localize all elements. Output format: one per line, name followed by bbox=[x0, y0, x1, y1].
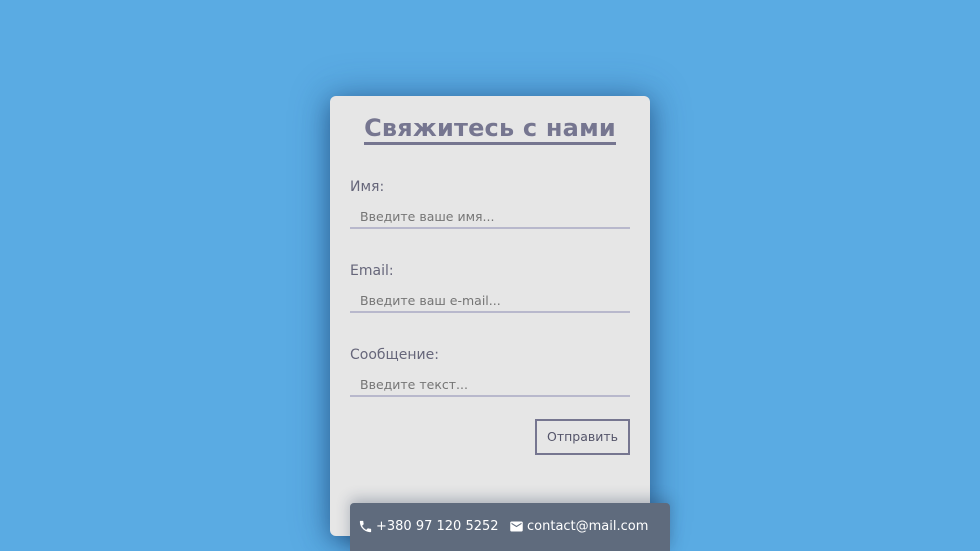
message-field-group: Сообщение: bbox=[350, 347, 630, 397]
email-contact[interactable]: contact@mail.com bbox=[509, 519, 648, 534]
message-input[interactable] bbox=[350, 373, 630, 397]
form-title: Свяжитесь с нами bbox=[330, 114, 650, 145]
email-input[interactable] bbox=[350, 289, 630, 313]
contact-form-card: Свяжитесь с нами Имя: Email: Сообщение: … bbox=[330, 96, 650, 536]
name-input[interactable] bbox=[350, 205, 630, 229]
mail-icon bbox=[510, 521, 523, 532]
name-label: Имя: bbox=[350, 179, 385, 195]
contact-bar: +380 97 120 5252 contact@mail.com bbox=[350, 503, 670, 551]
phone-icon bbox=[359, 520, 372, 533]
phone-text: +380 97 120 5252 bbox=[376, 519, 499, 534]
message-label: Сообщение: bbox=[350, 347, 439, 363]
form-title-text: Свяжитесь с нами bbox=[364, 114, 616, 145]
email-label: Email: bbox=[350, 263, 394, 279]
email-text: contact@mail.com bbox=[527, 519, 649, 534]
email-field-group: Email: bbox=[350, 263, 630, 313]
phone-contact[interactable]: +380 97 120 5252 bbox=[358, 519, 499, 534]
submit-button[interactable]: Отправить bbox=[535, 419, 630, 455]
name-field-group: Имя: bbox=[350, 179, 630, 229]
